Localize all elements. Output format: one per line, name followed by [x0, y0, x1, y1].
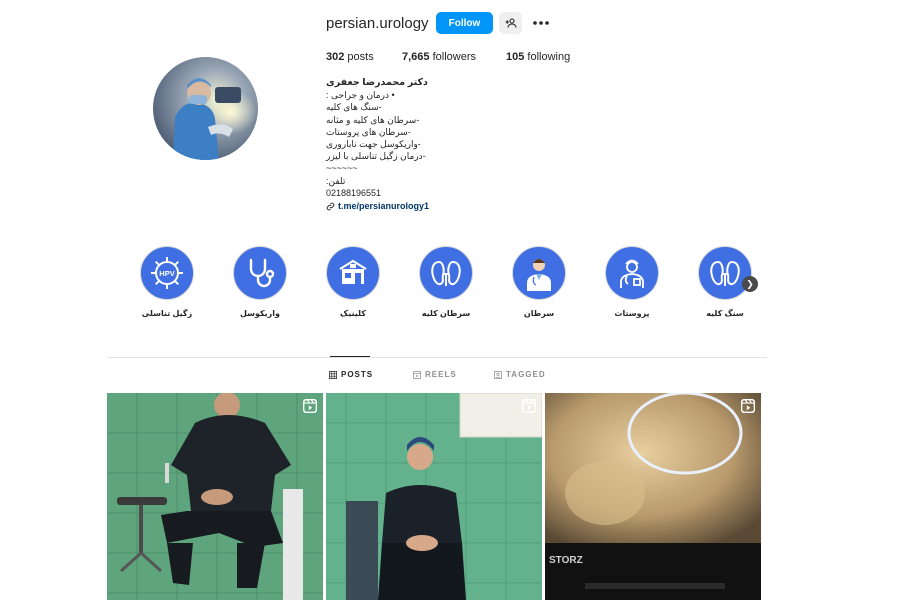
highlight-genital-warts[interactable]: HPV زگیل تناسلی — [127, 246, 207, 318]
tab-tagged-label: TAGGED — [506, 370, 546, 379]
highlights-next-button[interactable]: ❯ — [742, 276, 758, 292]
bio-line: -سنگ های کلیه — [326, 102, 382, 113]
profile-avatar[interactable] — [153, 57, 258, 160]
kidney-icon — [698, 246, 752, 300]
reel-icon — [302, 398, 318, 418]
story-highlights: HPV زگیل تناسلی واریکوسل کلینیک سرطان کل… — [138, 246, 778, 326]
tagged-icon — [494, 370, 502, 379]
bio-name: دکتر محمدرضا جعفری — [326, 77, 428, 88]
reels-icon — [413, 370, 421, 379]
bio-line: ~~~~~~ — [326, 163, 358, 174]
post-overlay-text: STORZ — [549, 555, 583, 566]
link-icon — [326, 202, 335, 210]
following-count[interactable]: 105 following — [506, 51, 570, 63]
highlight-kidney-cancer[interactable]: سرطان کلیه — [406, 246, 486, 318]
profile-bio: دکتر محمدرضا جعفری • درمان و جراحی : -سن… — [326, 77, 526, 212]
profile-header: persian.urology — [326, 10, 429, 36]
chevron-right-icon: ❯ — [746, 278, 754, 289]
reel-icon — [521, 398, 537, 418]
post-thumbnail[interactable]: STORZ — [545, 393, 761, 600]
post-thumbnail[interactable] — [326, 393, 542, 600]
active-tab-indicator — [330, 356, 370, 357]
highlight-prostate[interactable]: پروستات — [592, 246, 672, 318]
highlight-label: سرطان — [523, 309, 555, 318]
doctor-icon — [512, 246, 566, 300]
tab-tagged[interactable]: TAGGED — [494, 370, 546, 379]
tab-posts[interactable]: POSTS — [329, 370, 373, 379]
bio-line: تلفن: — [326, 175, 346, 186]
profile-tabs: POSTS REELS TAGGED — [0, 370, 900, 382]
kidney-icon — [419, 246, 473, 300]
posts-count: 302 posts — [326, 51, 374, 63]
bio-link-text[interactable]: t.me/persianurology1 — [338, 200, 429, 212]
bio-line: • درمان و جراحی : — [326, 90, 395, 101]
highlight-label: سنگ کلیه — [706, 309, 744, 318]
followers-count[interactable]: 7,665 followers — [402, 51, 506, 63]
highlight-cancer[interactable]: سرطان — [499, 246, 579, 318]
highlight-label: واریکوسل — [240, 309, 280, 318]
nurse-icon — [605, 246, 659, 300]
add-person-icon — [505, 18, 517, 28]
bio-line: -سرطان های کلیه و مثانه — [326, 114, 420, 125]
highlight-label: زگیل تناسلی — [141, 309, 193, 318]
highlight-label: کلینیک — [340, 309, 366, 318]
hpv-virus-icon: HPV — [140, 246, 194, 300]
suggested-accounts-button[interactable] — [499, 12, 522, 34]
highlight-label: پروستات — [614, 309, 650, 318]
tab-reels[interactable]: REELS — [413, 370, 457, 379]
reel-icon — [740, 398, 756, 418]
svg-text:HPV: HPV — [159, 269, 174, 278]
tab-posts-label: POSTS — [341, 370, 374, 379]
tabs-divider — [107, 357, 767, 358]
bio-line: -واریکوسل جهت ناباروری — [326, 139, 421, 150]
grid-icon — [329, 370, 337, 379]
profile-stats: 302 posts 7,665 followers 105 following — [326, 51, 570, 63]
tab-reels-label: REELS — [425, 370, 457, 379]
bio-phone: 02188196551 — [326, 187, 382, 198]
profile-username: persian.urology — [326, 14, 429, 32]
more-dots-icon — [533, 21, 549, 25]
bio-link[interactable]: t.me/persianurology1 — [326, 200, 526, 212]
stethoscope-icon — [233, 246, 287, 300]
more-options-button[interactable] — [530, 12, 552, 34]
highlight-clinic[interactable]: کلینیک — [313, 246, 393, 318]
highlight-varicocele[interactable]: واریکوسل — [220, 246, 300, 318]
follow-button[interactable]: Follow — [436, 12, 493, 34]
post-thumbnail[interactable] — [107, 393, 323, 600]
clinic-building-icon — [326, 246, 380, 300]
bio-line: -درمان زگیل تناسلی با لیزر — [326, 151, 426, 162]
bio-line: -سرطان های پروستات — [326, 126, 411, 137]
highlight-label: سرطان کلیه — [421, 309, 471, 318]
